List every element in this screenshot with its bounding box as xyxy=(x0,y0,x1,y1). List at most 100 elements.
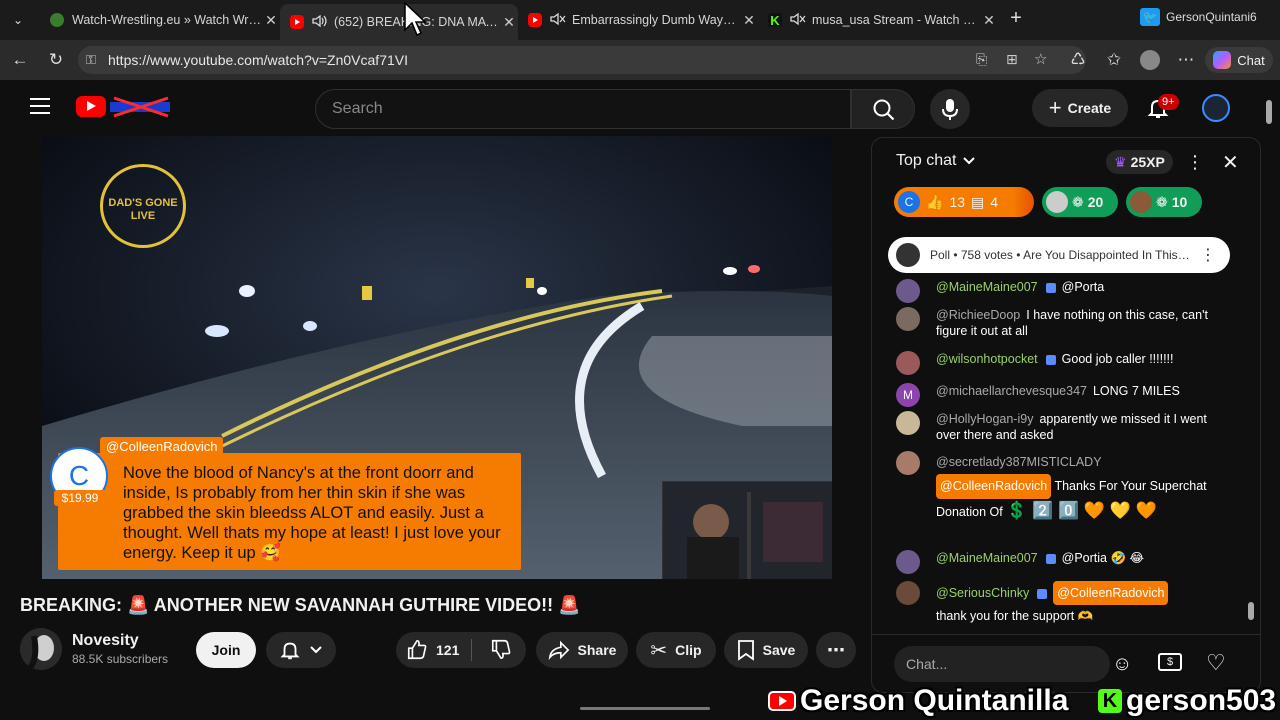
poll-banner[interactable]: Poll • 758 votes • Are You Disappointed … xyxy=(888,237,1230,273)
chat-message[interactable]: @wilsonhotpocket Good job caller !!!!!!! xyxy=(896,351,1226,375)
profile-indicator[interactable]: 🐦 GersonQuintani6 xyxy=(1140,8,1257,26)
favorite-star-icon[interactable]: ☆ xyxy=(1034,50,1047,68)
message-author[interactable]: @HollyHogan-i9y xyxy=(936,412,1033,426)
tab-youtube-breaking[interactable]: (652) BREAKING: DNA MATCH ✕ xyxy=(280,4,518,40)
share-button[interactable]: Share xyxy=(536,632,628,668)
message-author[interactable]: @SeriousChinky xyxy=(936,586,1029,600)
chat-input[interactable]: Chat... xyxy=(894,646,1110,682)
channel-watermark-logo: DAD'S GONE LIVE xyxy=(100,164,186,248)
tab-list-chevron-icon[interactable]: ⌄ xyxy=(8,10,28,30)
poll-text: Poll • 758 votes • Are You Disappointed … xyxy=(930,248,1190,262)
heart-reaction-icon[interactable]: ♡ xyxy=(1206,650,1226,676)
chat-mode-label: Top chat xyxy=(896,152,957,169)
favorites-icon[interactable]: ✩ xyxy=(1104,50,1124,70)
message-author[interactable]: @michaellarchevesque347 xyxy=(936,384,1087,398)
chat-message[interactable]: @MaineMaine007 @Porta xyxy=(896,279,1226,303)
create-button[interactable]: + Create xyxy=(1032,89,1128,127)
tab-youtube-embarrassingly[interactable]: Embarrassingly Dumb Ways P ✕ xyxy=(518,6,758,34)
membership-gift-ticker[interactable]: ❁ 20 xyxy=(1042,187,1118,217)
dislike-button[interactable] xyxy=(480,638,512,663)
ticker-avatar: C xyxy=(898,191,920,213)
more-actions-button[interactable]: ⋯ xyxy=(816,632,856,668)
channel-name[interactable]: Novesity xyxy=(72,632,139,650)
message-text: Good job caller !!!!!!! xyxy=(1061,352,1174,366)
message-author[interactable]: @MaineMaine007 xyxy=(936,280,1038,294)
apps-icon[interactable]: ⊞ xyxy=(1006,51,1018,68)
clip-button[interactable]: ✂ Clip xyxy=(636,632,716,668)
user-avatar xyxy=(896,451,920,475)
profile-name: GersonQuintani6 xyxy=(1166,10,1257,24)
chat-message[interactable]: @secretlady387MISTICLADY @ColleenRadovich… xyxy=(896,451,1226,524)
voice-search-button[interactable] xyxy=(930,89,970,129)
back-arrow-icon[interactable]: ← xyxy=(10,50,30,70)
close-tab-icon[interactable]: ✕ xyxy=(980,12,998,29)
chat-message[interactable]: @RichieeDoop I have nothing on this case,… xyxy=(896,307,1226,339)
page-scrollbar-thumb[interactable] xyxy=(1266,100,1272,124)
new-tab-plus-icon[interactable]: + xyxy=(1006,8,1026,28)
chat-label: Chat xyxy=(1237,52,1265,68)
muted-speaker-icon[interactable] xyxy=(790,12,806,29)
chat-message[interactable]: @HollyHogan-i9y apparently we missed it I… xyxy=(896,411,1226,443)
copilot-chat-button[interactable]: Chat xyxy=(1205,47,1273,73)
create-label: Create xyxy=(1067,100,1112,116)
close-tab-icon[interactable]: ✕ xyxy=(740,12,758,29)
close-tab-icon[interactable]: ✕ xyxy=(262,12,280,29)
scroll-handle[interactable] xyxy=(580,707,710,710)
like-button[interactable]: 121 xyxy=(406,639,473,661)
chat-message[interactable]: @SeriousChinky @ColleenRadovich thank you … xyxy=(896,581,1226,627)
scrollbar-thumb[interactable] xyxy=(1248,602,1254,620)
gift-icon: ❁ xyxy=(1156,193,1168,210)
superchat-message: Nove the blood of Nancy's at the front d… xyxy=(123,464,501,562)
extensions-icon[interactable]: ♺ xyxy=(1068,50,1088,70)
streamer-webcam-image xyxy=(663,482,832,579)
search-input[interactable]: Search xyxy=(315,89,851,129)
share-icon xyxy=(548,640,569,661)
reload-icon[interactable]: ↻ xyxy=(46,50,66,70)
translate-icon[interactable]: ⎘ xyxy=(976,51,987,68)
thumbs-down-icon xyxy=(492,639,511,659)
chat-message[interactable]: M @michaellarchevesque347 LONG 7 MILES xyxy=(896,383,1226,407)
speaker-icon[interactable] xyxy=(312,14,328,31)
search-button[interactable] xyxy=(851,89,915,129)
xp-value: 25XP xyxy=(1130,154,1165,170)
top-chat-dropdown[interactable]: Top chat xyxy=(896,152,976,170)
kick-handle-text: gerson503 xyxy=(1126,684,1277,717)
mouse-cursor-icon xyxy=(404,2,426,37)
emoji-picker-icon[interactable]: ☺ xyxy=(1112,653,1132,676)
account-avatar[interactable] xyxy=(1202,94,1230,122)
super-chat-dollar-icon[interactable]: $ xyxy=(1158,653,1182,671)
youtube-logo[interactable] xyxy=(76,96,106,117)
close-tab-icon[interactable]: ✕ xyxy=(500,14,518,31)
join-button[interactable]: Join xyxy=(196,632,256,668)
message-author[interactable]: @wilsonhotpocket xyxy=(936,352,1038,366)
mention-chip[interactable]: @ColleenRadovich xyxy=(936,474,1052,499)
chat-scrollbar[interactable] xyxy=(1248,230,1254,630)
poll-more-icon[interactable]: ⋮ xyxy=(1200,245,1216,265)
profile-avatar[interactable] xyxy=(1140,50,1160,70)
close-chat-icon[interactable]: ✕ xyxy=(1222,150,1239,175)
muted-speaker-icon[interactable] xyxy=(550,12,566,29)
more-options-icon[interactable]: ⋯ xyxy=(1176,50,1196,70)
ticker-likes: 13 xyxy=(949,194,966,210)
chat-more-options-icon[interactable]: ⋮ xyxy=(1186,152,1204,173)
tab-kick-musa[interactable]: K musa_usa Stream - Watch Live ✕ xyxy=(758,6,998,34)
chat-message[interactable]: @MaineMaine007 @Portia 🤣 😂 xyxy=(896,550,1226,574)
xp-badge[interactable]: ♛ 25XP xyxy=(1106,150,1173,174)
youtube-header: Search + Create 9+ xyxy=(0,80,1280,136)
menu-icon[interactable] xyxy=(30,98,50,114)
message-author[interactable]: @MaineMaine007 xyxy=(936,551,1038,565)
superchat-ticker[interactable]: C 👍 13 ▤ 4 xyxy=(894,187,1034,217)
url-field[interactable]: ⚿ https://www.youtube.com/watch?v=Zn0Vca… xyxy=(78,46,1086,74)
doodle-logo-icon[interactable] xyxy=(110,96,174,118)
tab-watch-wrestling[interactable]: Watch-Wrestling.eu » Watch Wrestling ✕ xyxy=(40,6,280,34)
save-button[interactable]: Save xyxy=(724,632,808,668)
membership-gift-ticker[interactable]: ❁ 10 xyxy=(1126,187,1202,217)
message-author[interactable]: @RichieeDoop xyxy=(936,308,1020,322)
gift-icon: ❁ xyxy=(1072,193,1084,210)
channel-avatar[interactable] xyxy=(20,628,62,670)
mention-chip[interactable]: @ColleenRadovich xyxy=(1053,581,1169,605)
site-info-icon[interactable]: ⚿ xyxy=(86,52,96,68)
subscribe-notification-button[interactable] xyxy=(266,632,336,668)
message-author[interactable]: @secretlady387MISTICLADY xyxy=(936,455,1102,469)
ticker-message-icon: ▤ xyxy=(971,193,985,210)
